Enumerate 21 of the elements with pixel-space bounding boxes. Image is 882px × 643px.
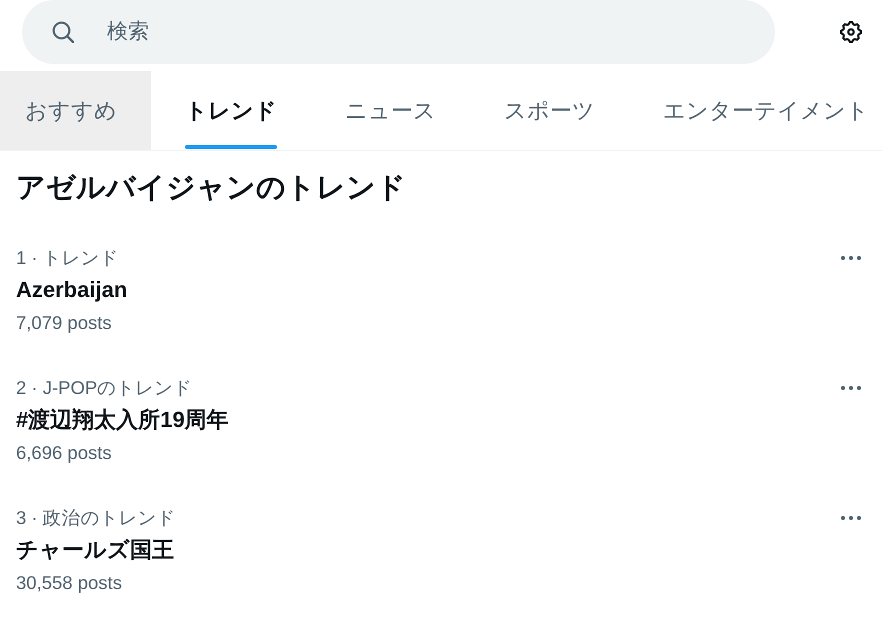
tab[interactable]: おすすめ xyxy=(0,71,151,150)
trend-context: 3 · 政治のトレンド xyxy=(16,506,176,530)
more-icon[interactable] xyxy=(841,516,861,520)
trend-context: 1 · トレンド xyxy=(16,246,119,270)
section-title: アゼルバイジャンのトレンド xyxy=(15,171,407,206)
more-icon[interactable] xyxy=(841,386,861,390)
tab[interactable]: スポーツ xyxy=(470,71,629,150)
trend-context: 2 · J-POPのトレンド xyxy=(16,376,192,400)
trend-name[interactable]: Azerbaijan xyxy=(16,274,128,306)
tab[interactable]: エンターテイメント xyxy=(629,71,882,150)
post-count: 30,558 posts xyxy=(16,571,122,595)
more-icon[interactable] xyxy=(841,256,861,260)
search-icon xyxy=(52,21,74,43)
post-count: 6,696 posts xyxy=(16,441,112,465)
search-field[interactable]: 検索 xyxy=(22,0,775,64)
trend-name[interactable]: #渡辺翔太入所19周年 xyxy=(16,404,229,436)
tab[interactable]: ニュース xyxy=(311,71,470,150)
tab[interactable]: トレンド xyxy=(151,71,311,150)
trend-name[interactable]: チャールズ国王 xyxy=(16,534,174,566)
settings-icon[interactable] xyxy=(840,21,862,43)
post-count: 7,079 posts xyxy=(16,311,112,335)
